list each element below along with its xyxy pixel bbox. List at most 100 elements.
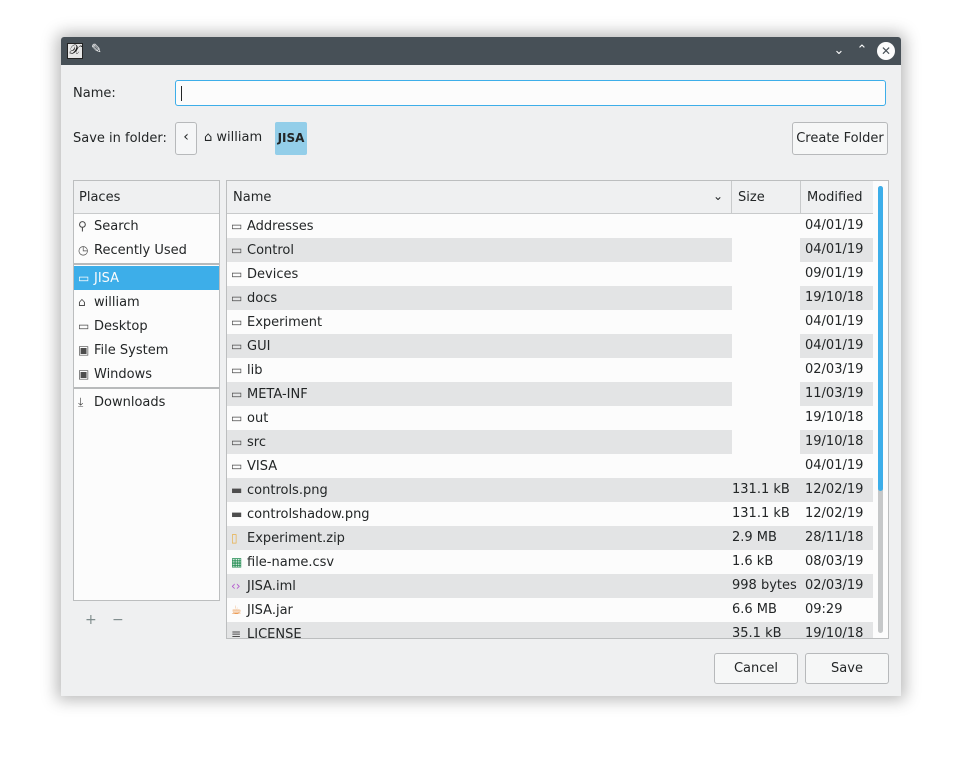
places-panel: Places ⚲ Search ◷ Recently Used ▭ JISA ⌂ wil… (73, 180, 220, 601)
column-header-name[interactable]: Name (227, 181, 732, 213)
title-bar[interactable]: 𝒳 ✎ ⌄ ⌃ ✕ (61, 37, 901, 65)
file-modified: 19/10/18 (805, 626, 864, 639)
file-row[interactable]: ▬ controls.png 131.1 kB 12/02/19 (227, 478, 873, 502)
file-name: docs (247, 291, 278, 306)
maximize-icon[interactable]: ⌃ (852, 41, 872, 61)
file-name: Experiment.zip (247, 531, 345, 546)
file-name-cell: ▯ Experiment.zip (231, 526, 345, 551)
breadcrumb-jisa[interactable]: JISA (275, 122, 307, 155)
drive-icon: ▣ (78, 367, 90, 381)
remove-place-button[interactable]: − (112, 612, 124, 628)
file-name: controlshadow.png (247, 507, 370, 522)
file-size: 131.1 kB (732, 482, 790, 497)
file-row[interactable]: ▭ lib 02/03/19 (227, 358, 873, 382)
file-row[interactable]: ▭ META-INF 11/03/19 (227, 382, 873, 406)
add-place-button[interactable]: + (85, 612, 97, 628)
x-app-icon[interactable]: 𝒳 (67, 43, 83, 59)
file-size (732, 286, 800, 310)
file-name: VISA (247, 459, 278, 474)
place-william[interactable]: ⌂ william (74, 290, 219, 314)
file-row[interactable]: ≡ LICENSE 35.1 kB 19/10/18 (227, 622, 873, 639)
folder-icon: ▭ (78, 271, 90, 285)
home-icon: ⌂ (78, 295, 86, 309)
breadcrumb-home[interactable]: ⌂ william (204, 130, 262, 145)
folder-icon: ▭ (231, 243, 243, 257)
column-header-modified[interactable]: Modified (801, 181, 873, 213)
file-modified: 02/03/19 (805, 578, 864, 593)
file-name-cell: ▬ controls.png (231, 478, 328, 503)
place-label: Windows (94, 367, 153, 382)
file-modified: 08/03/19 (805, 554, 864, 569)
place-label: Search (94, 219, 139, 234)
file-name: Control (247, 243, 294, 258)
file-size: 131.1 kB (732, 506, 790, 521)
file-modified: 04/01/19 (805, 338, 864, 353)
file-name: JISA.iml (247, 579, 296, 594)
file-row[interactable]: ▭ Control 04/01/19 (227, 238, 873, 262)
file-name-cell: ▭ GUI (231, 334, 270, 359)
save-button[interactable]: Save (805, 653, 889, 684)
file-modified: 19/10/18 (805, 434, 864, 449)
file-row[interactable]: ▦ file-name.csv 1.6 kB 08/03/19 (227, 550, 873, 574)
file-row[interactable]: ▭ VISA 04/01/19 (227, 454, 873, 478)
folder-icon: ▭ (231, 219, 243, 233)
file-size: 35.1 kB (732, 626, 782, 639)
file-modified: 02/03/19 (805, 362, 864, 377)
minimize-icon[interactable]: ⌄ (829, 41, 849, 61)
column-header-size[interactable]: Size (732, 181, 801, 213)
file-size (732, 454, 800, 478)
place-search[interactable]: ⚲ Search (74, 214, 219, 238)
folder-icon: ▭ (231, 387, 243, 401)
place-label: Downloads (94, 395, 166, 410)
file-row[interactable]: ▯ Experiment.zip 2.9 MB 28/11/18 (227, 526, 873, 550)
file-name: controls.png (247, 483, 328, 498)
file-name: src (247, 435, 266, 450)
close-icon[interactable]: ✕ (877, 42, 895, 60)
save-file-dialog: 𝒳 ✎ ⌄ ⌃ ✕ Name: Save in folder: ‹ ⌂ will… (61, 37, 901, 696)
home-icon: ⌂ (204, 130, 213, 145)
file-modified: 12/02/19 (805, 506, 864, 521)
file-name-cell: ▭ src (231, 430, 266, 455)
file-row[interactable]: ▭ Experiment 04/01/19 (227, 310, 873, 334)
scrollbar-thumb[interactable] (878, 186, 883, 491)
place-jisa[interactable]: ▭ JISA (74, 266, 219, 290)
file-name-cell: ≡ LICENSE (231, 622, 302, 639)
file-row[interactable]: ▭ src 19/10/18 (227, 430, 873, 454)
place-downloads[interactable]: ⤓ Downloads (74, 390, 219, 414)
breadcrumb-back-button[interactable]: ‹ (175, 122, 197, 155)
file-row[interactable]: ▬ controlshadow.png 131.1 kB 12/02/19 (227, 502, 873, 526)
pin-icon[interactable]: ✎ (91, 42, 102, 57)
file-list[interactable]: Name ⌄ Size Modified ▭ Addresses 04/01/19 ▭… (226, 180, 889, 639)
file-modified: 19/10/18 (805, 290, 864, 305)
recent-icon: ◷ (78, 243, 89, 257)
file-size (732, 430, 800, 454)
file-size (732, 238, 800, 262)
file-row[interactable]: ▭ Addresses 04/01/19 (227, 214, 873, 238)
cancel-button[interactable]: Cancel (714, 653, 798, 684)
file-row[interactable]: ☕ JISA.jar 6.6 MB 09:29 (227, 598, 873, 622)
file-row[interactable]: ▭ GUI 04/01/19 (227, 334, 873, 358)
text-file-icon: ≡ (231, 627, 242, 639)
file-modified: 09:29 (805, 602, 843, 617)
name-label: Name: (73, 86, 116, 101)
place-file-system[interactable]: ▣ File System (74, 338, 219, 362)
place-desktop[interactable]: ▭ Desktop (74, 314, 219, 338)
file-size (732, 262, 800, 286)
vertical-scrollbar[interactable] (873, 181, 888, 638)
file-name-cell: ▭ Experiment (231, 310, 322, 335)
folder-icon: ▭ (231, 315, 243, 329)
place-recently-used[interactable]: ◷ Recently Used (74, 238, 219, 262)
file-name-cell: ☕ JISA.jar (231, 598, 293, 623)
name-input[interactable] (175, 80, 886, 106)
place-windows[interactable]: ▣ Windows (74, 362, 219, 386)
file-row[interactable]: ‹› JISA.iml 998 bytes 02/03/19 (227, 574, 873, 598)
create-folder-button[interactable]: Create Folder (792, 122, 888, 155)
file-row[interactable]: ▭ Devices 09/01/19 (227, 262, 873, 286)
file-name-cell: ▭ out (231, 406, 268, 431)
folder-icon: ▭ (231, 459, 243, 473)
file-row[interactable]: ▭ docs 19/10/18 (227, 286, 873, 310)
file-row[interactable]: ▭ out 19/10/18 (227, 406, 873, 430)
file-modified: 04/01/19 (805, 314, 864, 329)
place-label: Desktop (94, 319, 148, 334)
file-size (732, 334, 800, 358)
